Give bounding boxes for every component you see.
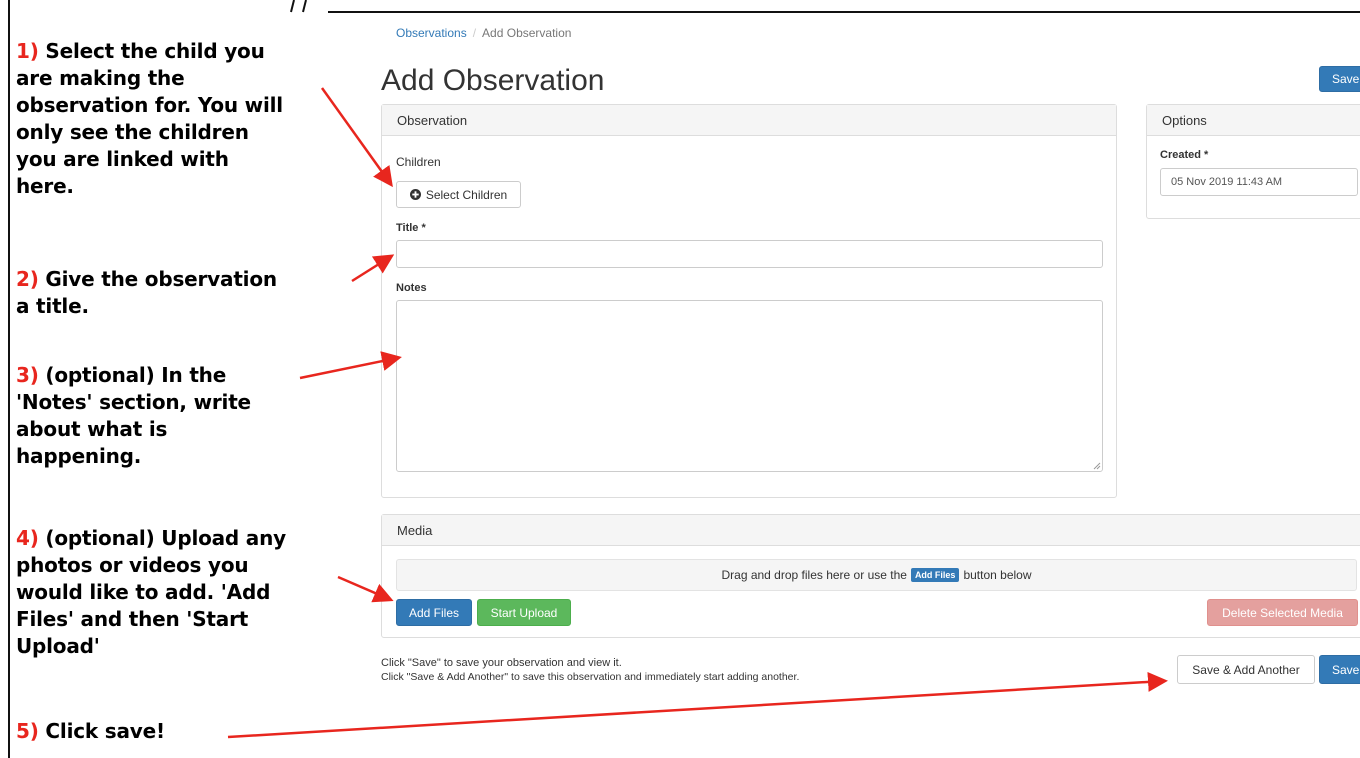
arrow-step-3 bbox=[299, 351, 402, 380]
arrow-step-1 bbox=[320, 87, 393, 188]
annotation-arrows bbox=[227, 87, 1168, 739]
arrow-step-4 bbox=[337, 575, 394, 603]
arrow-step-5 bbox=[227, 671, 1168, 739]
arrow-step-2 bbox=[351, 254, 395, 283]
